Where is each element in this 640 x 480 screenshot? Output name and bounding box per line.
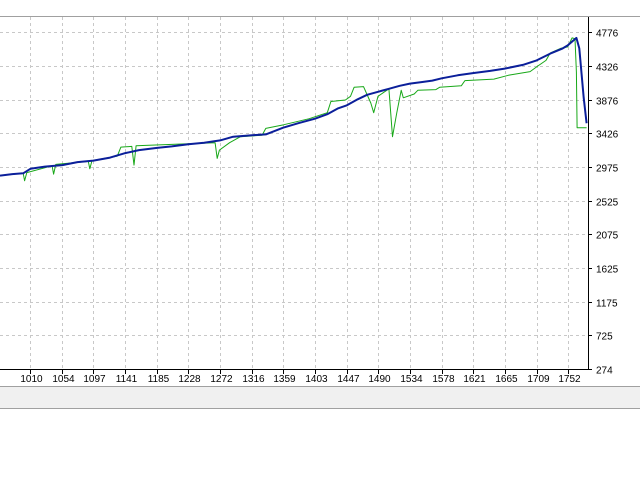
status-bar (0, 386, 640, 409)
x-tick-label: 1054 (52, 374, 75, 385)
x-tick-label: 1316 (242, 374, 265, 385)
y-tick-label: 2075 (596, 231, 619, 242)
x-tick-label: 1621 (463, 374, 486, 385)
y-tick-label: 725 (596, 332, 613, 343)
x-tick-label: 1010 (20, 374, 43, 385)
y-tick-label: 2975 (596, 164, 619, 175)
balance-line (0, 36, 588, 177)
x-tick-label: 1490 (368, 374, 391, 385)
x-tick-label: 1534 (400, 374, 423, 385)
axes (0, 17, 592, 374)
x-tick-label: 1141 (116, 374, 138, 385)
y-tick-label: 1625 (596, 265, 619, 276)
chart-area[interactable]: 274 725 1175 1625 2075 2525 2975 3426 3876 4326 47… (0, 17, 640, 385)
x-tick-label: 1185 (148, 374, 170, 385)
y-tick-label: 274 (596, 366, 613, 377)
x-tick-label: 1665 (495, 374, 518, 385)
y-tick-label: 2525 (596, 198, 619, 209)
chart-svg: 274 725 1175 1625 2075 2525 2975 3426 3876 4326 47… (0, 17, 619, 386)
x-tick-label: 1403 (305, 374, 328, 385)
y-tick-label: 4776 (596, 29, 619, 40)
x-tick-label: 1752 (558, 374, 581, 385)
series-lines (0, 36, 588, 182)
equity-line (0, 37, 587, 182)
x-tick-label: 1097 (83, 374, 106, 385)
x-tick-label: 1447 (337, 374, 360, 385)
x-tick-label: 1272 (210, 374, 233, 385)
y-tick-label: 4326 (596, 63, 619, 74)
x-tick-label: 1359 (273, 374, 296, 385)
y-tick-label: 3426 (596, 130, 619, 141)
y-tick-label: 1175 (596, 299, 618, 310)
tick-labels: 274 725 1175 1625 2075 2525 2975 3426 3876 4326 47… (20, 29, 618, 386)
y-tick-label: 3876 (596, 97, 619, 108)
x-tick-label: 1709 (527, 374, 550, 385)
x-tick-label: 1578 (432, 374, 455, 385)
x-tick-label: 1228 (178, 374, 201, 385)
